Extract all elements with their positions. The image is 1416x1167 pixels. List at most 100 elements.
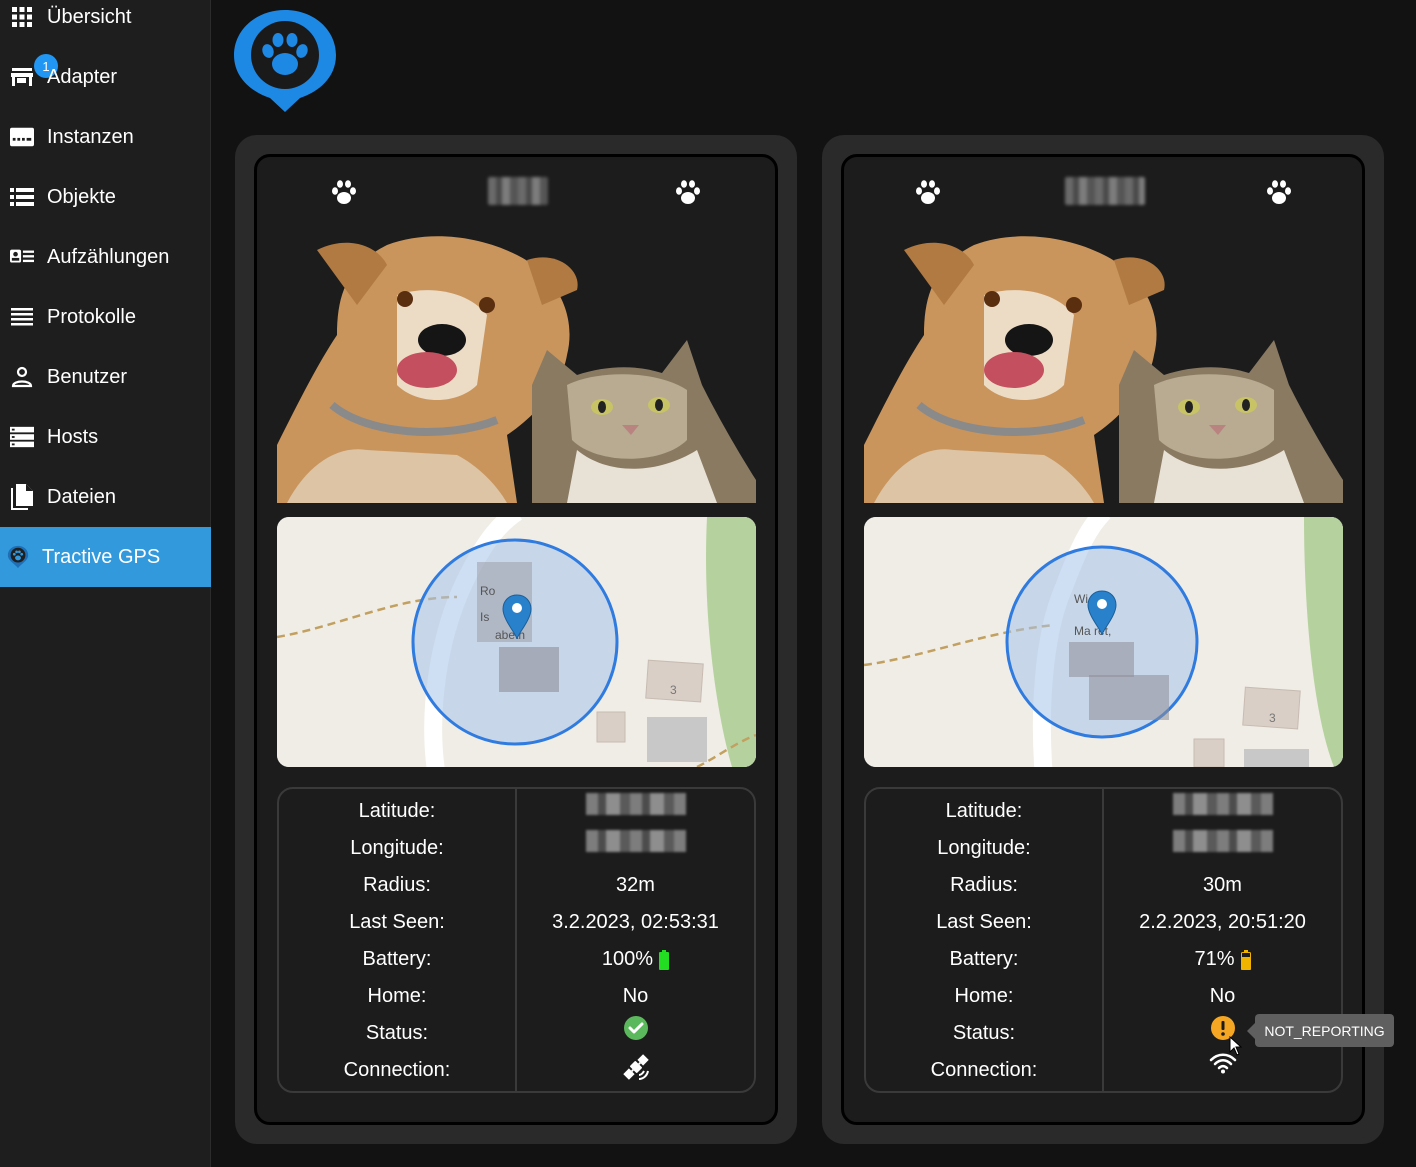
redacted-value bbox=[585, 830, 686, 852]
enum-icon bbox=[10, 245, 34, 269]
table-row: Battery: 100% bbox=[279, 941, 754, 978]
sidebar-item-users[interactable]: Benutzer bbox=[0, 347, 211, 407]
connection-label: Connection: bbox=[930, 1059, 1038, 1081]
last-seen-label: Last Seen: bbox=[936, 911, 1032, 933]
location-map[interactable]: 3 Ro Is abeth bbox=[277, 517, 756, 767]
table-row: Last Seen: 3.2.2023, 02:53:31 bbox=[279, 904, 754, 941]
sidebar-item-label: Tractive GPS bbox=[42, 545, 161, 568]
battery-full-icon bbox=[659, 949, 670, 970]
sidebar-item-label: Objekte bbox=[47, 185, 116, 208]
table-row: Longitude: bbox=[866, 830, 1341, 867]
home-label: Home: bbox=[954, 985, 1014, 1007]
tracker-name-redacted bbox=[1065, 177, 1145, 205]
redacted-value bbox=[1172, 793, 1273, 815]
sidebar-item-instances[interactable]: Instanzen bbox=[0, 107, 211, 167]
table-row: Latitude: bbox=[866, 793, 1341, 830]
battery-value: 71% bbox=[1104, 941, 1341, 978]
sidebar-item-label: Benutzer bbox=[47, 365, 128, 388]
home-value: No bbox=[1209, 985, 1236, 1007]
latitude-label: Latitude: bbox=[945, 800, 1023, 822]
home-label: Home: bbox=[367, 985, 427, 1007]
battery-label: Battery: bbox=[362, 948, 432, 970]
user-icon bbox=[10, 365, 34, 389]
tractive-logo-icon bbox=[234, 10, 336, 112]
tracker-info-table: Latitude: Longitude: Radius: 30m Last Se… bbox=[864, 787, 1343, 1093]
sidebar-item-enums[interactable]: Aufzählungen bbox=[0, 227, 211, 287]
battery-percent: 100% bbox=[601, 948, 654, 970]
latitude-label: Latitude: bbox=[358, 800, 436, 822]
battery-percent: 71% bbox=[1194, 948, 1235, 970]
longitude-value bbox=[1104, 830, 1341, 852]
sidebar-item-label: Adapter bbox=[47, 65, 118, 88]
redacted-value bbox=[585, 793, 686, 815]
list-icon bbox=[10, 185, 34, 209]
tracker-card: 3 Ro Is abeth Latitude: Longitude: Radiu… bbox=[235, 135, 797, 1144]
sidebar-item-label: Protokolle bbox=[47, 305, 136, 328]
svg-text:Ro: Ro bbox=[480, 584, 496, 598]
connection-label: Connection: bbox=[343, 1059, 451, 1081]
svg-text:Is: Is bbox=[480, 610, 489, 624]
table-row: Last Seen: 2.2.2023, 20:51:20 bbox=[866, 904, 1341, 941]
tractive-icon bbox=[6, 545, 30, 569]
location-map[interactable]: 3 Wi er Ma ret, bbox=[864, 517, 1343, 767]
longitude-label: Longitude: bbox=[937, 837, 1031, 859]
connection-value bbox=[517, 1052, 754, 1082]
sidebar-item-label: Übersicht bbox=[47, 5, 132, 28]
home-value: No bbox=[622, 985, 649, 1007]
hosts-icon bbox=[10, 425, 34, 449]
table-row: Home: No bbox=[279, 978, 754, 1015]
paw-icon bbox=[916, 180, 940, 204]
map-house-number: 3 bbox=[670, 683, 677, 697]
map-house-number: 3 bbox=[1269, 711, 1276, 725]
tracker-card-inner: 3 Ro Is abeth Latitude: Longitude: Radiu… bbox=[254, 154, 778, 1125]
status-value bbox=[517, 1015, 754, 1041]
longitude-label: Longitude: bbox=[350, 837, 444, 859]
sidebar-item-label: Aufzählungen bbox=[47, 245, 170, 268]
table-row: Home: No bbox=[866, 978, 1341, 1015]
latitude-value bbox=[1104, 793, 1341, 815]
paw-icon bbox=[1267, 180, 1291, 204]
instances-icon bbox=[10, 125, 34, 149]
sidebar-item-files[interactable]: Dateien bbox=[0, 467, 211, 527]
status-tooltip: NOT_REPORTING bbox=[1247, 1014, 1394, 1047]
radius-label: Radius: bbox=[950, 874, 1018, 896]
table-row: Connection: bbox=[279, 1052, 754, 1089]
table-row: Connection: bbox=[866, 1052, 1341, 1089]
latitude-value bbox=[517, 793, 754, 815]
log-icon bbox=[10, 305, 34, 329]
status-label: Status: bbox=[952, 1022, 1016, 1044]
last-seen-label: Last Seen: bbox=[349, 911, 445, 933]
sidebar-item-label: Dateien bbox=[47, 485, 116, 508]
radius-value: 32m bbox=[616, 874, 655, 896]
tracker-card: 3 Wi er Ma ret, Latitude: Longitude: Rad… bbox=[822, 135, 1384, 1144]
sidebar-item-tractive-gps[interactable]: Tractive GPS bbox=[0, 527, 211, 587]
tracker-info-table: Latitude: Longitude: Radius: 32m Last Se… bbox=[277, 787, 756, 1093]
table-row: Radius: 32m bbox=[279, 867, 754, 904]
sidebar-item-objects[interactable]: Objekte bbox=[0, 167, 211, 227]
sidebar-item-overview[interactable]: Übersicht bbox=[0, 0, 211, 47]
paw-icon bbox=[676, 180, 700, 204]
tracker-name-redacted bbox=[488, 177, 548, 205]
paw-icon bbox=[332, 180, 356, 204]
sidebar-item-hosts[interactable]: Hosts bbox=[0, 407, 211, 467]
store-icon: 1 bbox=[10, 54, 58, 89]
table-row: Radius: 30m bbox=[866, 867, 1341, 904]
radius-value: 30m bbox=[1203, 874, 1242, 896]
tracker-card-inner: 3 Wi er Ma ret, Latitude: Longitude: Rad… bbox=[841, 154, 1365, 1125]
table-row: Latitude: bbox=[279, 793, 754, 830]
check-circle-icon[interactable] bbox=[623, 1015, 649, 1041]
table-row: Longitude: bbox=[279, 830, 754, 867]
pet-photo bbox=[277, 235, 756, 503]
grid-icon bbox=[10, 5, 34, 29]
sidebar-item-label: Instanzen bbox=[47, 125, 134, 148]
sidebar-item-label: Hosts bbox=[47, 425, 99, 448]
battery-value: 100% bbox=[517, 941, 754, 978]
mouse-cursor-icon bbox=[1229, 1036, 1243, 1056]
sidebar-item-logs[interactable]: Protokolle bbox=[0, 287, 211, 347]
sidebar: Übersicht 1 Adapter Instanzen Objekte Au… bbox=[0, 0, 211, 1167]
pet-photo bbox=[864, 235, 1343, 503]
sidebar-item-adapter[interactable]: 1 Adapter bbox=[0, 47, 211, 107]
table-row: Status: bbox=[279, 1015, 754, 1052]
status-label: Status: bbox=[365, 1022, 429, 1044]
files-icon bbox=[10, 484, 34, 510]
